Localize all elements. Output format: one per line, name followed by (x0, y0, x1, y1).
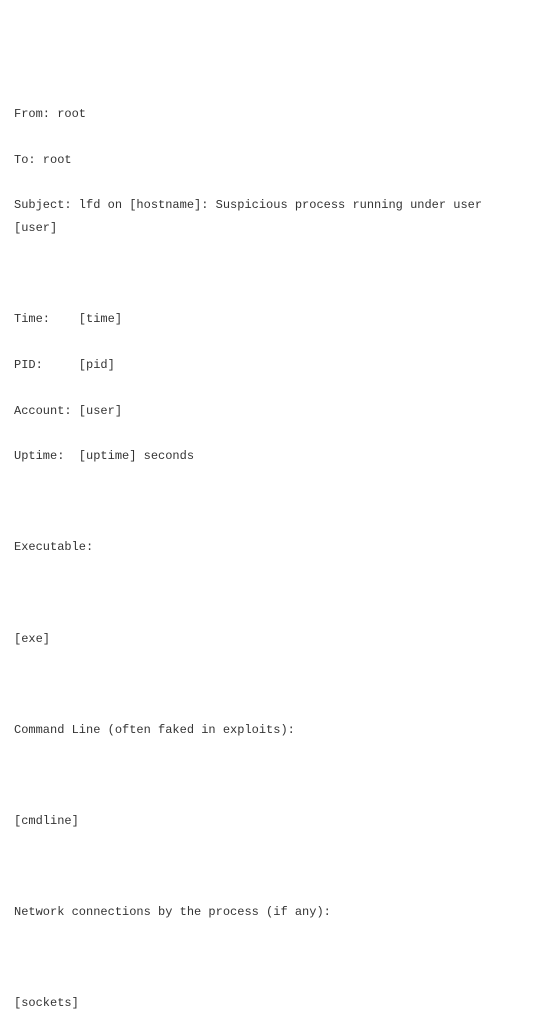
cmdline-value: [cmdline] (14, 810, 522, 833)
from-line: From: root (14, 103, 522, 126)
time-field: Time: [time] (14, 308, 522, 331)
account-field: Account: [user] (14, 400, 522, 423)
cmdline-label: Command Line (often faked in exploits): (14, 719, 522, 742)
pid-field: PID: [pid] (14, 354, 522, 377)
blank-line (14, 263, 522, 286)
network-value: [sockets] (14, 992, 522, 1015)
network-label: Network connections by the process (if a… (14, 901, 522, 924)
blank-line (14, 491, 522, 514)
uptime-field: Uptime: [uptime] seconds (14, 445, 522, 468)
to-line: To: root (14, 149, 522, 172)
blank-line (14, 855, 522, 878)
blank-line (14, 764, 522, 787)
subject-line: Subject: lfd on [hostname]: Suspicious p… (14, 194, 522, 240)
executable-label: Executable: (14, 536, 522, 559)
blank-line (14, 673, 522, 696)
executable-value: [exe] (14, 628, 522, 651)
blank-line (14, 582, 522, 605)
blank-line (14, 947, 522, 970)
